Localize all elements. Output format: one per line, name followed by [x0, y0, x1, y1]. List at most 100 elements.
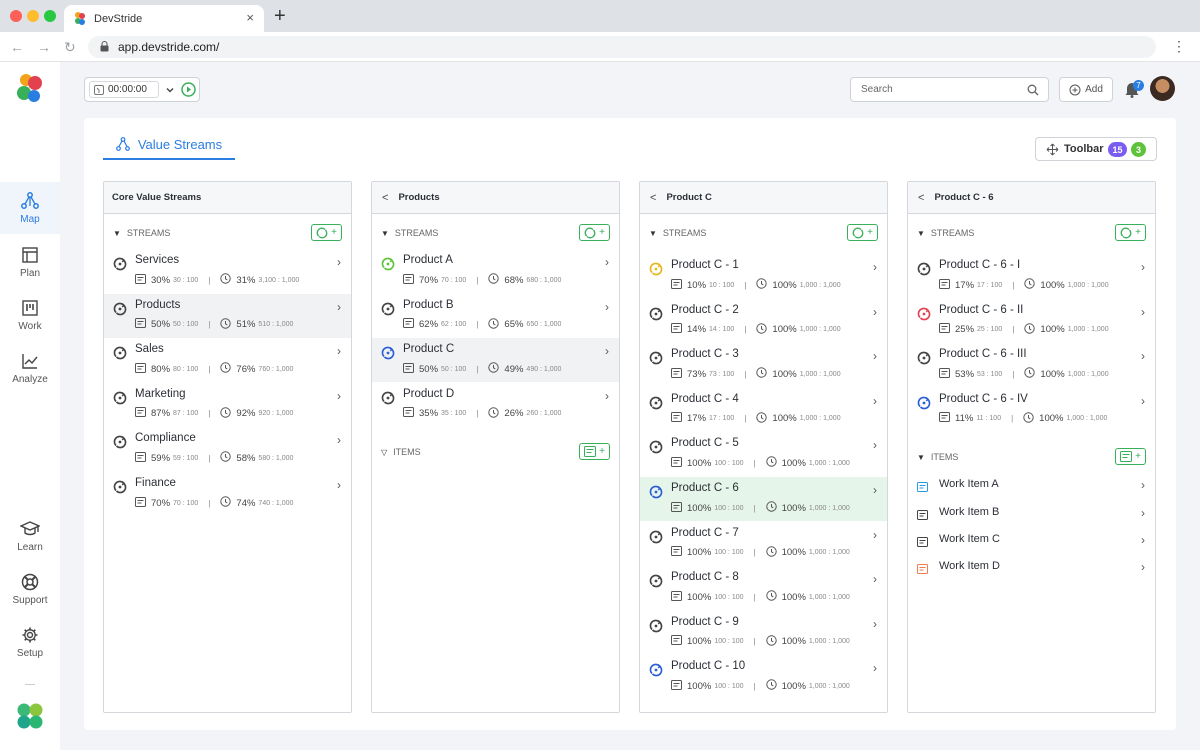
stream-row[interactable]: Sales › 80% 80 : 100 | 76% 760 : 1,000	[104, 338, 351, 382]
sidebar-item-plan[interactable]: Plan	[0, 236, 60, 288]
tab-value-streams[interactable]: Value Streams	[103, 130, 235, 160]
chevron-right-icon[interactable]: ›	[337, 344, 341, 358]
address-bar[interactable]: app.devstride.com/	[88, 36, 1156, 58]
chevron-right-icon[interactable]: ›	[1141, 394, 1145, 408]
maximize-window-dot[interactable]	[44, 10, 56, 22]
chevron-right-icon[interactable]: ›	[873, 528, 877, 542]
reload-icon[interactable]: ↻	[64, 39, 76, 56]
chevron-right-icon[interactable]: ›	[1141, 560, 1145, 574]
chevron-right-icon[interactable]: ›	[873, 260, 877, 274]
stream-row[interactable]: Product C - 10 › 100% 100 : 100 | 100% 1…	[640, 655, 887, 699]
streams-section-header[interactable]: ▼ STREAMS +	[640, 223, 887, 243]
sidebar-item-map[interactable]: Map	[0, 182, 60, 234]
chevron-right-icon[interactable]: ›	[873, 394, 877, 408]
chevron-right-icon[interactable]: ›	[1141, 533, 1145, 547]
chevron-right-icon[interactable]: ›	[337, 255, 341, 269]
timer-display[interactable]: 00:00:00	[89, 81, 159, 98]
stream-row[interactable]: Product C - 6 - III › 53% 53 : 100 | 100…	[908, 343, 1155, 387]
chevron-right-icon[interactable]: ›	[605, 300, 609, 314]
work-item-row[interactable]: Work Item D ›	[908, 554, 1155, 581]
chevron-right-icon[interactable]: ›	[873, 572, 877, 586]
time-tracker[interactable]: 00:00:00	[84, 77, 200, 102]
items-section-header[interactable]: ▽ ITEMS +	[372, 442, 619, 462]
stream-row[interactable]: Compliance › 59% 59 : 100 | 58% 580 : 1,…	[104, 427, 351, 471]
streams-section-header[interactable]: ▼ STREAMS +	[908, 223, 1155, 243]
add-stream-button[interactable]: +	[311, 224, 342, 241]
add-stream-button[interactable]: +	[847, 224, 878, 241]
chevron-right-icon[interactable]: ›	[337, 433, 341, 447]
chevron-right-icon[interactable]: ›	[605, 344, 609, 358]
chevron-down-icon[interactable]	[165, 85, 175, 95]
chevron-right-icon[interactable]: ›	[873, 349, 877, 363]
streams-section-header[interactable]: ▼ STREAMS +	[104, 223, 351, 243]
play-icon[interactable]	[181, 82, 196, 97]
browser-tab[interactable]: DevStride ×	[64, 5, 264, 32]
caret-collapsed-icon[interactable]: ▽	[381, 448, 387, 457]
sidebar-item-learn[interactable]: Learn	[0, 510, 60, 562]
add-stream-button[interactable]: +	[1115, 224, 1146, 241]
chevron-right-icon[interactable]: ›	[873, 305, 877, 319]
stream-row[interactable]: Marketing › 87% 87 : 100 | 92% 920 : 1,0…	[104, 383, 351, 427]
stream-row[interactable]: Product C - 9 › 100% 100 : 100 | 100% 1,…	[640, 611, 887, 655]
stream-row[interactable]: Product C - 6 - IV › 11% 11 : 100 | 100%…	[908, 388, 1155, 432]
new-tab-icon[interactable]: +	[274, 5, 286, 27]
chevron-right-icon[interactable]: ›	[873, 483, 877, 497]
sidebar-item-support[interactable]: Support	[0, 563, 60, 615]
stream-row[interactable]: Product C - 6 - I › 17% 17 : 100 | 100% …	[908, 254, 1155, 298]
chevron-right-icon[interactable]: ›	[605, 389, 609, 403]
work-item-row[interactable]: Work Item A ›	[908, 472, 1155, 499]
chevron-right-icon[interactable]: ›	[337, 389, 341, 403]
chevron-right-icon[interactable]: ›	[873, 438, 877, 452]
chevron-right-icon[interactable]: ›	[1141, 478, 1145, 492]
caret-down-icon[interactable]: ▼	[113, 229, 121, 238]
stream-row[interactable]: Product C - 3 › 73% 73 : 100 | 100% 1,00…	[640, 343, 887, 387]
work-item-row[interactable]: Work Item C ›	[908, 527, 1155, 554]
stream-row[interactable]: Product B › 62% 62 : 100 | 65% 650 : 1,0…	[372, 294, 619, 338]
chevron-right-icon[interactable]: ›	[337, 300, 341, 314]
caret-down-icon[interactable]: ▼	[649, 229, 657, 238]
add-item-button[interactable]: +	[1115, 448, 1146, 466]
stream-row[interactable]: Finance › 70% 70 : 100 | 74% 740 : 1,000	[104, 472, 351, 516]
sidebar-item-setup[interactable]: Setup	[0, 616, 60, 668]
stream-row[interactable]: Product C - 6 - II › 25% 25 : 100 | 100%…	[908, 299, 1155, 343]
stream-row[interactable]: Product C › 50% 50 : 100 | 49% 490 : 1,0…	[372, 338, 619, 383]
back-chevron-icon[interactable]: <	[650, 192, 656, 204]
chevron-right-icon[interactable]: ›	[873, 617, 877, 631]
chevron-right-icon[interactable]: ›	[337, 478, 341, 492]
minimize-window-dot[interactable]	[27, 10, 39, 22]
workspace-logo-icon[interactable]	[16, 702, 44, 730]
stream-row[interactable]: Product C - 7 › 100% 100 : 100 | 100% 1,…	[640, 522, 887, 566]
stream-row[interactable]: Product C - 4 › 17% 17 : 100 | 100% 1,00…	[640, 388, 887, 432]
avatar[interactable]	[1150, 76, 1175, 101]
close-window-dot[interactable]	[10, 10, 22, 22]
stream-row[interactable]: Product C - 1 › 10% 10 : 100 | 100% 1,00…	[640, 254, 887, 298]
add-item-button[interactable]: +	[579, 443, 610, 461]
stream-row[interactable]: Product C - 2 › 14% 14 : 100 | 100% 1,00…	[640, 299, 887, 343]
tab-close-icon[interactable]: ×	[246, 10, 254, 25]
add-stream-button[interactable]: +	[579, 224, 610, 241]
browser-menu-icon[interactable]: ⋮	[1172, 38, 1186, 55]
caret-down-icon[interactable]: ▼	[381, 229, 389, 238]
forward-arrow-icon[interactable]: →	[37, 39, 51, 55]
caret-down-icon[interactable]: ▼	[917, 453, 925, 462]
back-chevron-icon[interactable]: <	[918, 192, 924, 204]
chevron-right-icon[interactable]: ›	[605, 255, 609, 269]
chevron-right-icon[interactable]: ›	[1141, 506, 1145, 520]
search-input[interactable]: Search	[850, 77, 1049, 102]
stream-row[interactable]: Product D › 35% 35 : 100 | 26% 260 : 1,0…	[372, 383, 619, 427]
chevron-right-icon[interactable]: ›	[873, 661, 877, 675]
stream-row[interactable]: Products › 50% 50 : 100 | 51% 510 : 1,00…	[104, 293, 351, 338]
add-button[interactable]: Add	[1059, 77, 1113, 102]
items-section-header[interactable]: ▼ ITEMS +	[908, 447, 1155, 467]
work-item-row[interactable]: Work Item B ›	[908, 500, 1155, 527]
chevron-right-icon[interactable]: ›	[1141, 260, 1145, 274]
back-arrow-icon[interactable]: ←	[10, 39, 24, 55]
sidebar-item-analyze[interactable]: Analyze	[0, 342, 60, 394]
stream-row[interactable]: Product C - 5 › 100% 100 : 100 | 100% 1,…	[640, 432, 887, 476]
chevron-right-icon[interactable]: ›	[1141, 305, 1145, 319]
toolbar-button[interactable]: Toolbar 15 3	[1035, 137, 1157, 161]
chevron-right-icon[interactable]: ›	[1141, 349, 1145, 363]
back-chevron-icon[interactable]: <	[382, 192, 388, 204]
stream-row[interactable]: Services › 30% 30 : 100 | 31% 3,100 : 1,…	[104, 249, 351, 293]
sidebar-item-work[interactable]: Work	[0, 289, 60, 341]
